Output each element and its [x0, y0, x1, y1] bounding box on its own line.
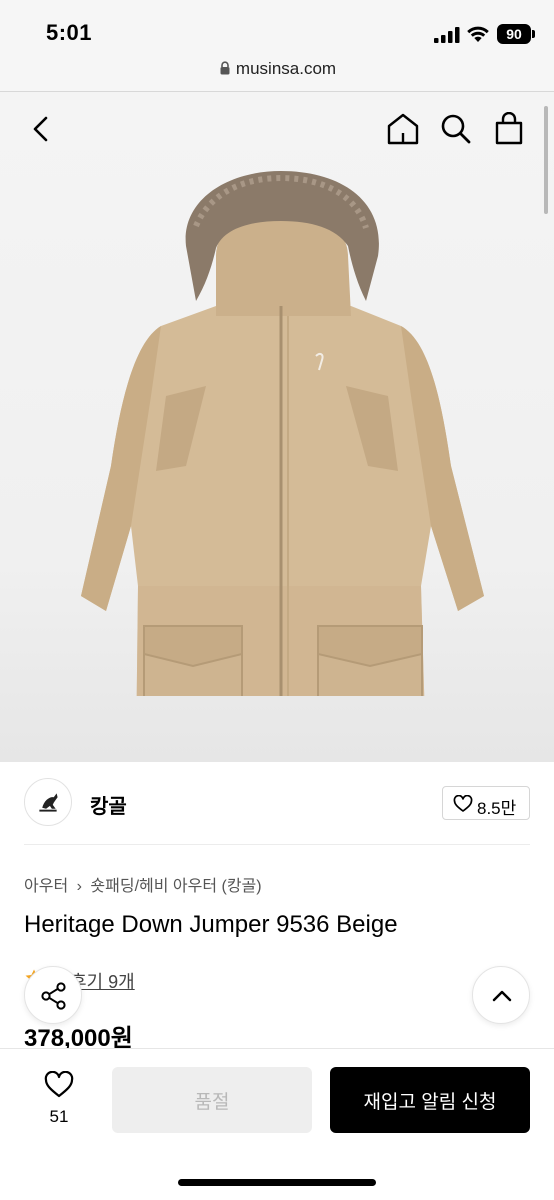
- battery-nub: [532, 30, 535, 38]
- url-text: musinsa.com: [235, 59, 337, 78]
- brand-logo[interactable]: [24, 778, 72, 826]
- share-button[interactable]: [24, 966, 82, 1024]
- home-icon[interactable]: [386, 112, 420, 146]
- back-icon[interactable]: [26, 114, 56, 144]
- share-icon: [41, 982, 66, 1010]
- brand-like-button[interactable]: 8.5만: [442, 786, 530, 820]
- status-bar: 5:01 90: [0, 0, 554, 58]
- breadcrumb-category[interactable]: 아우터: [24, 878, 68, 895]
- breadcrumb: 아우터 › 숏패딩/헤비 아우터 (캉골): [24, 872, 262, 896]
- breadcrumb-subcategory[interactable]: 숏패딩/헤비 아우터 (캉골): [90, 878, 261, 895]
- search-icon[interactable]: [440, 112, 472, 146]
- scroll-indicator: [544, 106, 548, 214]
- brand-name[interactable]: 캉골: [90, 790, 127, 819]
- lock-icon: [220, 61, 230, 75]
- brand-like-count: 8.5만: [477, 799, 517, 818]
- wifi-icon: [467, 26, 489, 42]
- brand-row[interactable]: 캉골 8.5만: [24, 778, 530, 828]
- restock-alert-button[interactable]: 재입고 알림 신청: [330, 1067, 530, 1133]
- product-image-area[interactable]: [0, 92, 554, 762]
- chevron-right-icon: ›: [76, 878, 82, 895]
- product-title: Heritage Down Jumper 9536 Beige: [24, 911, 398, 938]
- status-time: 5:01: [46, 20, 93, 45]
- battery-icon: 90: [497, 24, 531, 44]
- scroll-to-top-button[interactable]: [472, 966, 530, 1024]
- product-photo-jacket: [81, 171, 484, 696]
- kangaroo-logo-icon: [39, 793, 58, 812]
- battery-level: 90: [506, 26, 522, 42]
- browser-url-bar[interactable]: musinsa.com: [0, 58, 554, 92]
- wishlist-heart-icon[interactable]: [44, 1071, 74, 1099]
- wishlist-count: 51: [49, 1107, 69, 1126]
- divider: [24, 844, 530, 845]
- heart-icon: [453, 795, 473, 812]
- bottom-action-bar: 51 품절 재입고 알림 신청: [0, 1048, 554, 1200]
- soldout-button[interactable]: 품절: [112, 1067, 312, 1133]
- chevron-up-icon: [492, 990, 512, 1002]
- cart-icon[interactable]: [494, 112, 524, 146]
- home-indicator: [178, 1179, 376, 1186]
- cellular-signal-icon: [434, 27, 460, 43]
